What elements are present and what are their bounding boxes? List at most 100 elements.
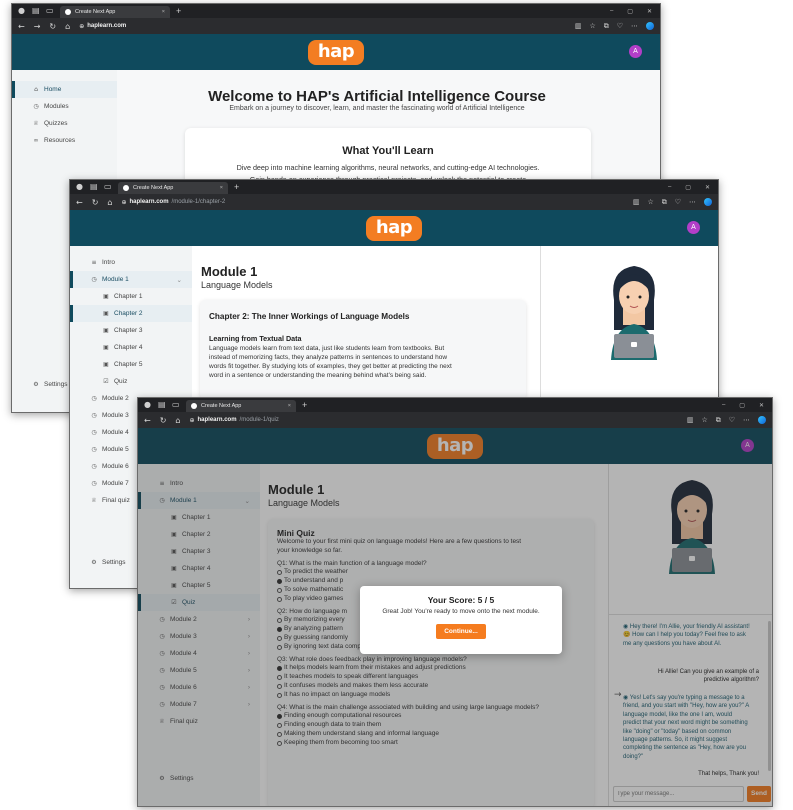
sidebar-item-label: Chapter 4 bbox=[114, 344, 143, 351]
link-icon: ∞ bbox=[33, 137, 39, 144]
sidebar-item-label: Settings bbox=[44, 381, 68, 388]
close-window-icon[interactable]: ✕ bbox=[705, 184, 710, 191]
tab-title: Create Next App bbox=[75, 9, 116, 15]
new-tab-icon[interactable]: + bbox=[302, 400, 307, 410]
close-tab-icon[interactable]: × bbox=[162, 9, 165, 15]
close-tab-icon[interactable]: × bbox=[220, 185, 223, 191]
menu-icon[interactable]: ⋯ bbox=[689, 198, 696, 207]
edge-icon[interactable] bbox=[758, 415, 766, 424]
copilot-icon[interactable]: ♡ bbox=[617, 22, 623, 31]
profile-icon[interactable]: ● bbox=[18, 7, 26, 15]
collections-icon[interactable]: ▤ bbox=[90, 183, 98, 191]
maximize-icon[interactable]: ▢ bbox=[627, 8, 633, 15]
avatar[interactable]: A bbox=[629, 45, 642, 58]
tab-title: Create Next App bbox=[201, 403, 242, 409]
edge-icon[interactable] bbox=[704, 197, 712, 206]
sidebar-item-chapter-5[interactable]: ▣ Chapter 5 bbox=[70, 356, 192, 373]
site-info-icon[interactable]: ⊕ bbox=[189, 417, 194, 424]
reader-icon[interactable]: ▥ bbox=[575, 22, 582, 31]
maximize-icon[interactable]: ▢ bbox=[739, 402, 745, 409]
sidebar-item-modules[interactable]: ◷ Modules bbox=[12, 98, 117, 115]
copilot-icon[interactable]: ♡ bbox=[675, 198, 681, 207]
back-icon[interactable]: ← bbox=[76, 198, 83, 207]
favorite-icon[interactable]: ☆ bbox=[589, 22, 595, 31]
page-subtitle: Embark on a journey to discover, learn, … bbox=[229, 105, 525, 112]
favorite-icon[interactable]: ☆ bbox=[647, 198, 653, 207]
site-info-icon[interactable]: ⊕ bbox=[79, 23, 84, 30]
sidebar-item-label: Module 6 bbox=[102, 463, 129, 470]
close-tab-icon[interactable]: × bbox=[288, 403, 291, 409]
back-icon[interactable]: ← bbox=[144, 416, 151, 425]
home-icon[interactable]: ⌂ bbox=[65, 22, 70, 31]
tab-actions-icon[interactable]: ▭ bbox=[46, 7, 54, 15]
new-tab-icon[interactable]: + bbox=[234, 182, 239, 192]
collections-icon[interactable]: ▤ bbox=[32, 7, 40, 15]
sidebar-item-home[interactable]: ⌂ Home bbox=[12, 81, 117, 98]
browser-tab[interactable]: Create Next App × bbox=[186, 400, 296, 412]
copilot-icon[interactable]: ♡ bbox=[729, 416, 735, 425]
maximize-icon[interactable]: ▢ bbox=[685, 184, 691, 191]
minimize-icon[interactable]: – bbox=[668, 184, 671, 191]
browser-tab[interactable]: Create Next App × bbox=[60, 6, 170, 18]
reload-icon[interactable]: ↻ bbox=[49, 22, 56, 31]
reload-icon[interactable]: ↻ bbox=[160, 416, 167, 425]
clock-icon: ◷ bbox=[91, 463, 97, 470]
sidebar-item-settings[interactable]: ⚙ Settings bbox=[12, 376, 68, 393]
book-icon: ▣ bbox=[103, 293, 109, 300]
home-icon[interactable]: ⌂ bbox=[107, 198, 112, 207]
sidebar-item-label: Home bbox=[44, 86, 62, 93]
forward-icon[interactable]: → bbox=[34, 22, 41, 31]
clock-icon: ◷ bbox=[33, 103, 39, 110]
sidebar-item-settings[interactable]: ⚙ Settings bbox=[70, 554, 125, 571]
minimize-icon[interactable]: – bbox=[610, 8, 613, 15]
minimize-icon[interactable]: – bbox=[722, 402, 725, 409]
sidebar-item-quizzes[interactable]: ♕ Quizzes bbox=[12, 115, 117, 132]
sidebar-item-chapter-3[interactable]: ▣ Chapter 3 bbox=[70, 322, 192, 339]
favorite-icon[interactable]: ☆ bbox=[701, 416, 707, 425]
hap-logo[interactable]: hap bbox=[365, 215, 423, 241]
new-tab-icon[interactable]: + bbox=[176, 6, 181, 16]
site-info-icon[interactable]: ⊕ bbox=[121, 199, 126, 206]
reload-icon[interactable]: ↻ bbox=[92, 198, 99, 207]
sidebar-item-quiz[interactable]: ☑ Quiz bbox=[70, 373, 192, 390]
profile-icon[interactable]: ● bbox=[76, 183, 84, 191]
reader-icon[interactable]: ▥ bbox=[633, 198, 640, 207]
sidebar-item-chapter-1[interactable]: ▣ Chapter 1 bbox=[70, 288, 192, 305]
collections-toolbar-icon[interactable]: ⧉ bbox=[716, 416, 721, 425]
close-window-icon[interactable]: ✕ bbox=[647, 8, 652, 15]
trophy-icon: ♕ bbox=[91, 497, 97, 504]
collections-toolbar-icon[interactable]: ⧉ bbox=[662, 198, 667, 207]
profile-icon[interactable]: ● bbox=[144, 401, 152, 409]
home-icon: ⌂ bbox=[34, 86, 38, 93]
reader-icon[interactable]: ▥ bbox=[687, 416, 694, 425]
list-icon: ≡ bbox=[91, 259, 97, 266]
sidebar-item-module-1[interactable]: ◷ Module 1 ⌄ bbox=[70, 271, 192, 288]
sidebar-item-chapter-4[interactable]: ▣ Chapter 4 bbox=[70, 339, 192, 356]
url-field[interactable]: ⊕ haplearn.com/module-1/chapter-2 bbox=[121, 199, 225, 206]
url-field[interactable]: ⊕ haplearn.com/module-1/quiz bbox=[189, 417, 278, 424]
sidebar-item-chapter-2[interactable]: ▣ Chapter 2 bbox=[70, 305, 192, 322]
home-icon[interactable]: ⌂ bbox=[175, 416, 180, 425]
sidebar-item-label: Modules bbox=[44, 103, 69, 110]
close-window-icon[interactable]: ✕ bbox=[759, 402, 764, 409]
tab-actions-icon[interactable]: ▭ bbox=[104, 183, 112, 191]
url-field[interactable]: ⊕ haplearn.com bbox=[79, 23, 129, 30]
sidebar-item-label: Module 1 bbox=[102, 276, 129, 283]
browser-tab[interactable]: Create Next App × bbox=[118, 182, 228, 194]
sidebar-item-resources[interactable]: ∞ Resources bbox=[12, 132, 117, 149]
modal-backdrop[interactable] bbox=[608, 428, 772, 806]
sidebar-item-intro[interactable]: ≡ Intro bbox=[70, 254, 192, 271]
collections-icon[interactable]: ▤ bbox=[158, 401, 166, 409]
tab-actions-icon[interactable]: ▭ bbox=[172, 401, 180, 409]
continue-button[interactable]: Continue... bbox=[436, 624, 486, 639]
menu-icon[interactable]: ⋯ bbox=[743, 416, 750, 425]
hap-logo[interactable]: hap bbox=[307, 39, 365, 65]
avatar[interactable]: A bbox=[687, 221, 700, 234]
menu-icon[interactable]: ⋯ bbox=[631, 22, 638, 31]
collections-toolbar-icon[interactable]: ⧉ bbox=[604, 22, 609, 31]
sidebar-item-label: Module 7 bbox=[102, 480, 129, 487]
back-icon[interactable]: ← bbox=[18, 22, 25, 31]
edge-icon[interactable] bbox=[646, 21, 654, 30]
app-header: hap A bbox=[12, 34, 660, 70]
chapter-card: Chapter 2: The Inner Workings of Languag… bbox=[200, 300, 526, 400]
